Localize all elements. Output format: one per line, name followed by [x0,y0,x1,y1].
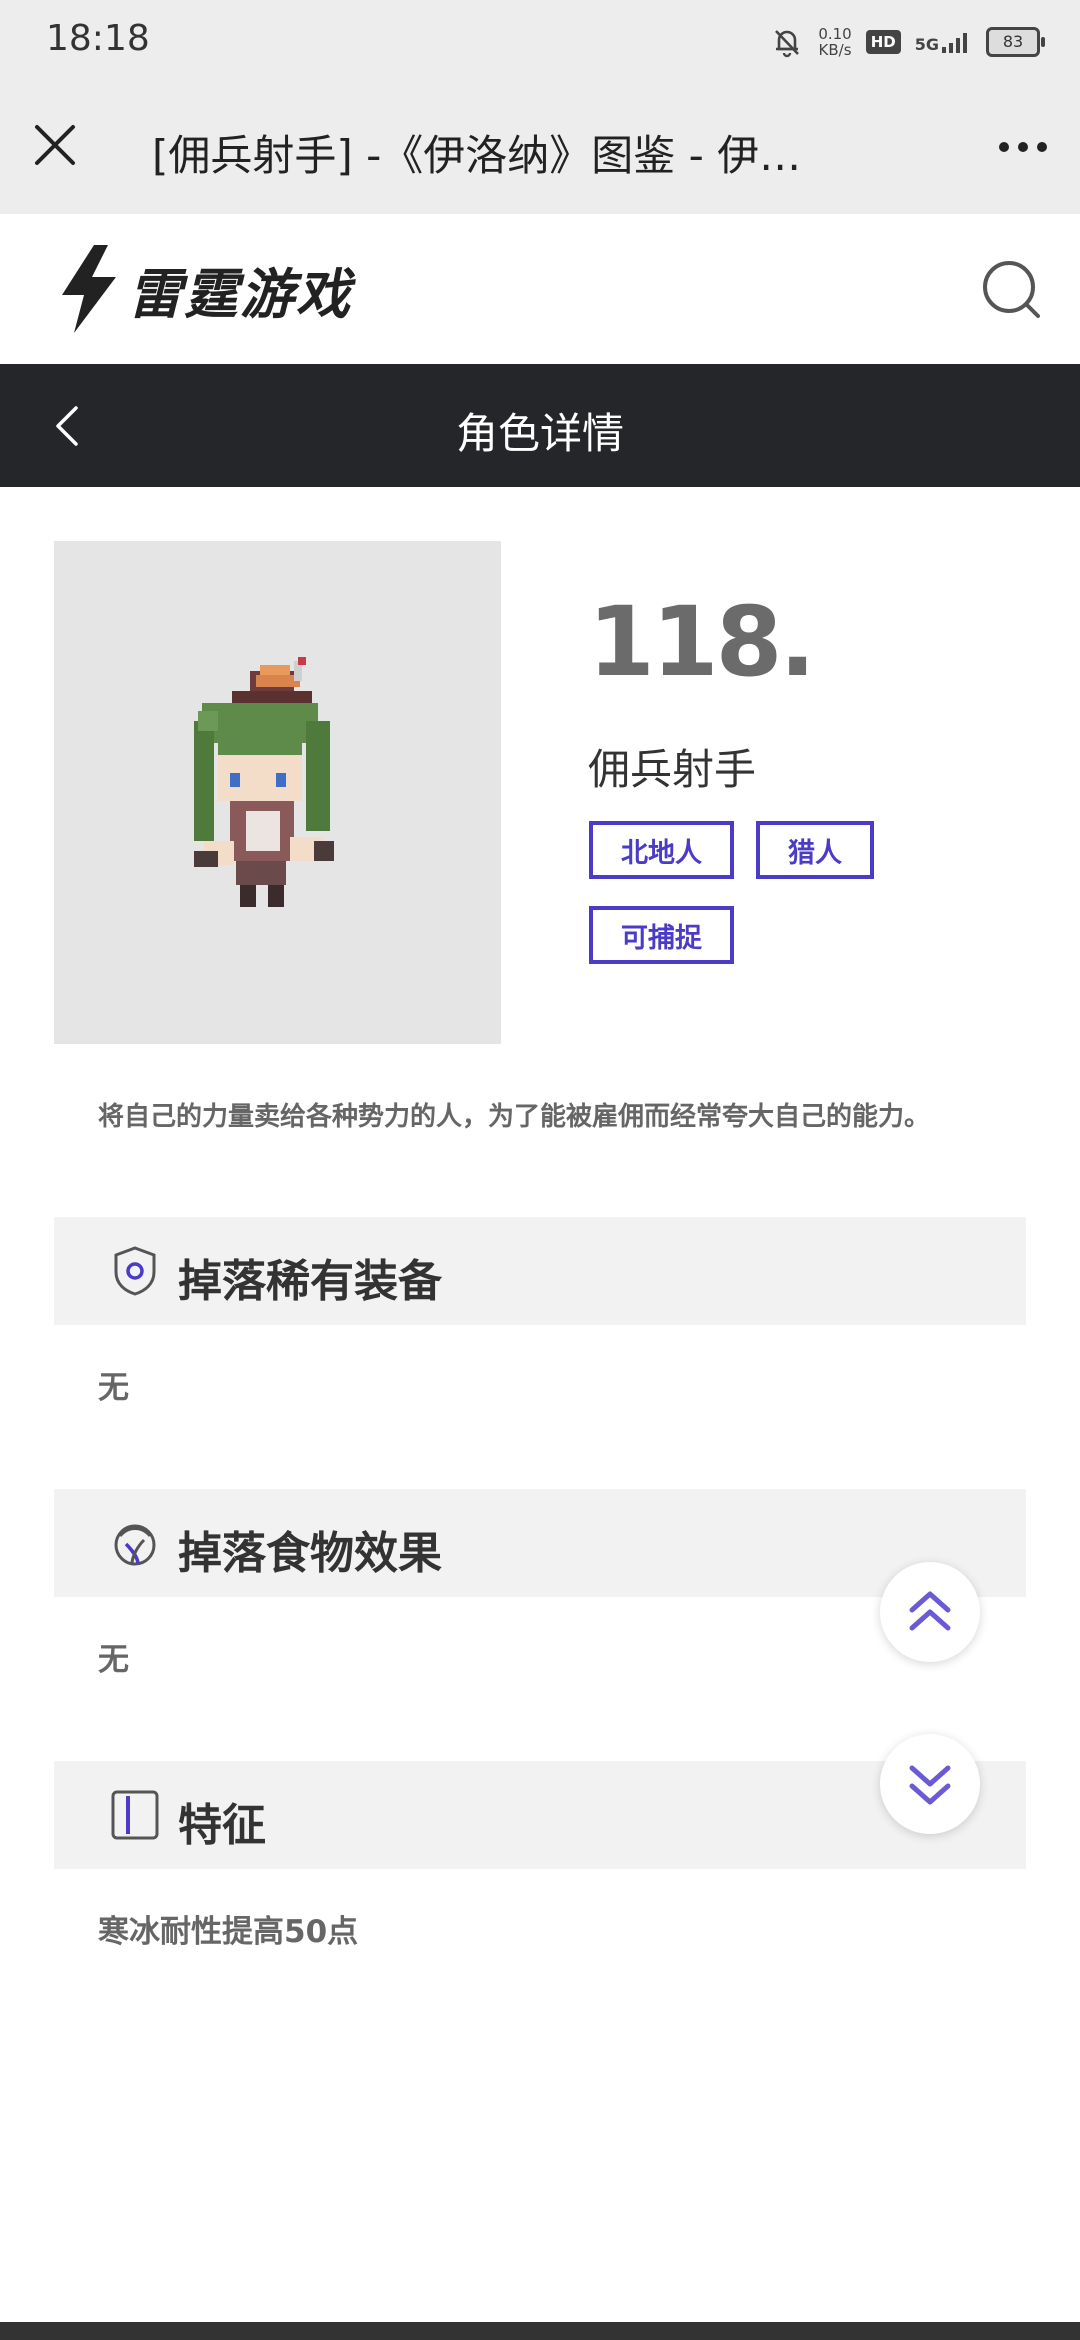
search-icon [983,261,1040,318]
section-title: 特征 [178,1800,266,1851]
more-dot-icon [1037,142,1047,152]
lightning-logo-icon [62,245,116,333]
page-title: 角色详情 [455,409,624,458]
page-nav-bar: 角色详情 [0,364,1080,487]
section-content: 无 [98,1370,129,1406]
bottom-nav-bar [0,2322,1080,2340]
net-speed-unit: KB/s [818,41,852,59]
more-dot-icon [1018,142,1028,152]
shield-icon [114,1246,156,1296]
battery-indicator: 83 [986,27,1045,57]
signal-label: 5G [914,35,939,54]
hd-badge: HD [865,30,901,54]
character-name: 佣兵射手 [588,745,757,794]
status-icons: 0.10 KB/s HD 5G 83 [770,20,1045,64]
food-icon [114,1524,156,1566]
section-rare-equipment: 掉落稀有装备 [54,1217,1026,1325]
close-button[interactable] [22,112,88,178]
scroll-to-top-button[interactable] [880,1562,980,1662]
more-dot-icon [999,142,1009,152]
scroll-to-bottom-button[interactable] [880,1734,980,1834]
section-title: 掉落稀有装备 [178,1256,442,1307]
panel-icon [111,1790,159,1840]
tag-hunter[interactable]: 猎人 [756,821,874,879]
status-bar: 18:18 0.10 KB/s HD 5G 83 [0,0,1080,84]
net-speed: 0.10 KB/s [818,26,851,58]
close-icon [35,125,75,165]
site-header: 雷霆游戏 [0,214,1080,364]
section-content: 寒冰耐性提高50点 [98,1914,359,1950]
signal-group: 5G [915,31,972,53]
net-speed-value: 0.10 [818,25,852,43]
tag-northerner[interactable]: 北地人 [589,821,734,879]
mute-bell-icon [775,30,800,58]
section-content: 无 [98,1642,129,1678]
more-options-button[interactable] [988,122,1058,172]
logo-text: 雷霆游戏 [128,262,352,326]
tag-capturable[interactable]: 可捕捉 [589,906,734,964]
signal-bars-icon [942,33,967,53]
double-chevron-down-icon [909,1765,951,1805]
site-logo[interactable]: 雷霆游戏 [56,244,352,334]
character-description: 将自己的力量卖给各种势力的人，为了能被雇佣而经常夸大自己的能力。 [98,1102,931,1132]
search-button[interactable] [980,258,1044,322]
section-food-effect: 掉落食物效果 [54,1489,1026,1597]
character-sprite-image [194,657,334,907]
section-title: 掉落食物效果 [178,1528,442,1579]
character-portrait [54,541,501,1044]
double-chevron-up-icon [909,1591,951,1631]
browser-title: [佣兵射手] -《伊洛纳》图鉴 - 伊… [152,131,802,180]
status-time: 18:18 [46,18,150,59]
character-number: 118. [588,586,816,698]
browser-toolbar: [佣兵射手] -《伊洛纳》图鉴 - 伊… [0,84,1080,214]
